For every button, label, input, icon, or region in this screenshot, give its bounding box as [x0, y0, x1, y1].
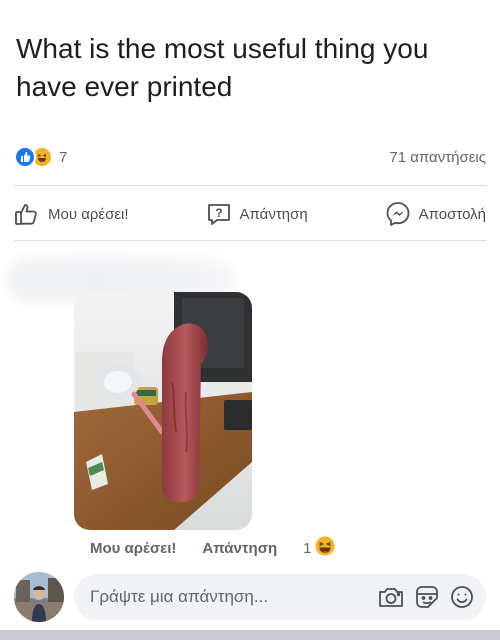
- avatar[interactable]: [14, 572, 64, 622]
- reply-label: Απάντηση: [239, 205, 308, 223]
- composer-icons: [378, 584, 474, 610]
- comments-count[interactable]: 71 απαντήσεις: [389, 149, 486, 166]
- comment-like-link[interactable]: Μου αρέσει!: [90, 540, 176, 557]
- reaction-count: 7: [59, 148, 68, 166]
- like-button[interactable]: Μου αρέσει!: [14, 202, 129, 226]
- camera-icon[interactable]: [378, 586, 404, 608]
- stats-row: 7 71 απαντήσεις: [14, 145, 486, 169]
- reply-input-container[interactable]: [74, 574, 486, 620]
- reply-bubble-icon: ?: [206, 202, 232, 226]
- haha-icon: [315, 536, 335, 560]
- comment-photo[interactable]: [74, 292, 252, 530]
- reply-input[interactable]: [90, 587, 378, 607]
- post-text: What is the most useful thing you have e…: [16, 33, 429, 102]
- post-actions: Μου αρέσει! ? Απάντηση Αποστολή: [14, 196, 486, 232]
- divider: [14, 240, 486, 241]
- divider: [14, 185, 486, 186]
- send-button[interactable]: Αποστολή: [385, 201, 486, 227]
- comment-reaction-count[interactable]: 1: [303, 540, 311, 557]
- messenger-icon: [385, 201, 411, 227]
- comment-reply-link[interactable]: Απάντηση: [202, 540, 277, 557]
- svg-text:?: ?: [215, 206, 222, 220]
- thumbs-up-icon: [14, 202, 40, 226]
- reply-button[interactable]: ? Απάντηση: [206, 202, 308, 226]
- reactions-summary[interactable]: 7: [14, 146, 67, 168]
- like-reaction-icon: [14, 146, 36, 168]
- like-label: Μου αρέσει!: [48, 205, 129, 223]
- sticker-icon[interactable]: [414, 584, 440, 610]
- send-label: Αποστολή: [418, 205, 486, 223]
- comment-actions: Μου αρέσει! Απάντηση 1: [90, 536, 335, 560]
- bottom-bar: [0, 630, 500, 640]
- reply-composer: [14, 572, 486, 622]
- emoji-icon[interactable]: [450, 585, 474, 609]
